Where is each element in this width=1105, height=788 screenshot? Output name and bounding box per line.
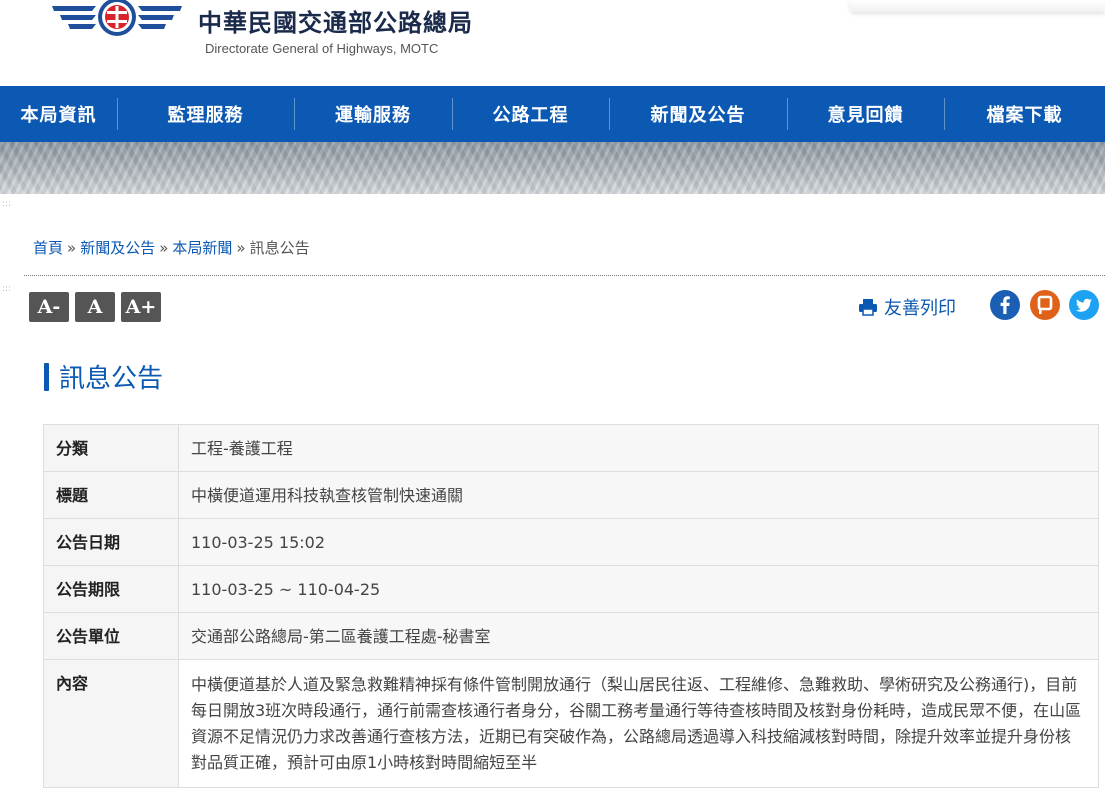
content-label: 內容 [43,659,179,788]
breadcrumb-separator: » [159,239,169,257]
banner-image [0,142,1105,194]
title-accent-bar [44,362,49,391]
period-value: 110-03-25 ~ 110-04-25 [178,565,1099,613]
accesskey-marker: ::: [2,284,12,294]
breadcrumb: 首頁» 新聞及公告» 本局新聞» 訊息公告 [33,237,310,258]
table-row: 公告期限 110-03-25 ~ 110-04-25 [43,565,1099,613]
font-larger-button[interactable]: A+ [121,292,161,322]
category-label: 分類 [43,424,179,472]
main-nav: 本局資訊 監理服務 運輸服務 公路工程 新聞及公告 意見回饋 檔案下載 [0,86,1105,142]
site-header: 中華民國交通部公路總局 Directorate General of Highw… [0,0,1105,86]
accesskey-marker: ::: [2,199,12,209]
title-label: 標題 [43,471,179,519]
date-label: 公告日期 [43,518,179,566]
breadcrumb-separator: » [67,239,77,257]
table-row: 公告日期 110-03-25 15:02 [43,518,1099,566]
print-button[interactable]: 友善列印 [858,294,956,320]
site-title-en: Directorate General of Highways, MOTC [205,41,439,56]
nav-item-transport[interactable]: 運輸服務 [294,86,452,142]
nav-item-supervision[interactable]: 監理服務 [117,86,294,142]
font-normal-button[interactable]: A [75,292,115,322]
breadcrumb-divider [24,275,1105,276]
nav-item-news[interactable]: 新聞及公告 [609,86,787,142]
nav-item-feedback[interactable]: 意見回饋 [787,86,944,142]
top-utility-bar [850,0,1105,12]
page-title: 訊息公告 [44,358,163,395]
unit-value: 交通部公路總局-第二區養護工程處-秘書室 [178,612,1099,660]
nav-item-engineering[interactable]: 公路工程 [452,86,609,142]
category-value: 工程-養護工程 [178,424,1099,472]
facebook-icon[interactable] [990,290,1020,320]
nav-item-downloads[interactable]: 檔案下載 [944,86,1105,142]
breadcrumb-home[interactable]: 首頁 [33,239,63,257]
page-title-text: 訊息公告 [59,364,164,394]
breadcrumb-current: 訊息公告 [249,239,310,257]
nav-item-about[interactable]: 本局資訊 [0,86,117,142]
breadcrumb-bureau-news[interactable]: 本局新聞 [172,239,232,257]
table-row: 分類 工程-養護工程 [43,424,1099,472]
motc-logo-icon[interactable] [52,0,182,40]
breadcrumb-news[interactable]: 新聞及公告 [80,239,155,257]
unit-label: 公告單位 [43,612,179,660]
table-row: 標題 中橫便道運用科技執查核管制快速通關 [43,471,1099,519]
plurk-icon[interactable] [1030,290,1060,320]
date-value: 110-03-25 15:02 [178,518,1099,566]
breadcrumb-separator: » [236,239,246,257]
twitter-icon[interactable] [1069,290,1099,320]
title-value: 中橫便道運用科技執查核管制快速通關 [178,471,1099,519]
period-label: 公告期限 [43,565,179,613]
announcement-table: 分類 工程-養護工程 標題 中橫便道運用科技執查核管制快速通關 公告日期 110… [43,424,1099,788]
table-row: 內容 中橫便道基於人道及緊急救難精神採有條件管制開放通行（梨山居民往返、工程維修… [43,659,1099,788]
printer-icon [859,299,877,316]
site-title-zh: 中華民國交通部公路總局 [198,9,473,37]
content-value: 中橫便道基於人道及緊急救難精神採有條件管制開放通行（梨山居民往返、工程維修、急難… [178,659,1099,788]
print-label: 友善列印 [884,298,956,319]
font-smaller-button[interactable]: A- [29,292,69,322]
table-row: 公告單位 交通部公路總局-第二區養護工程處-秘書室 [43,612,1099,660]
